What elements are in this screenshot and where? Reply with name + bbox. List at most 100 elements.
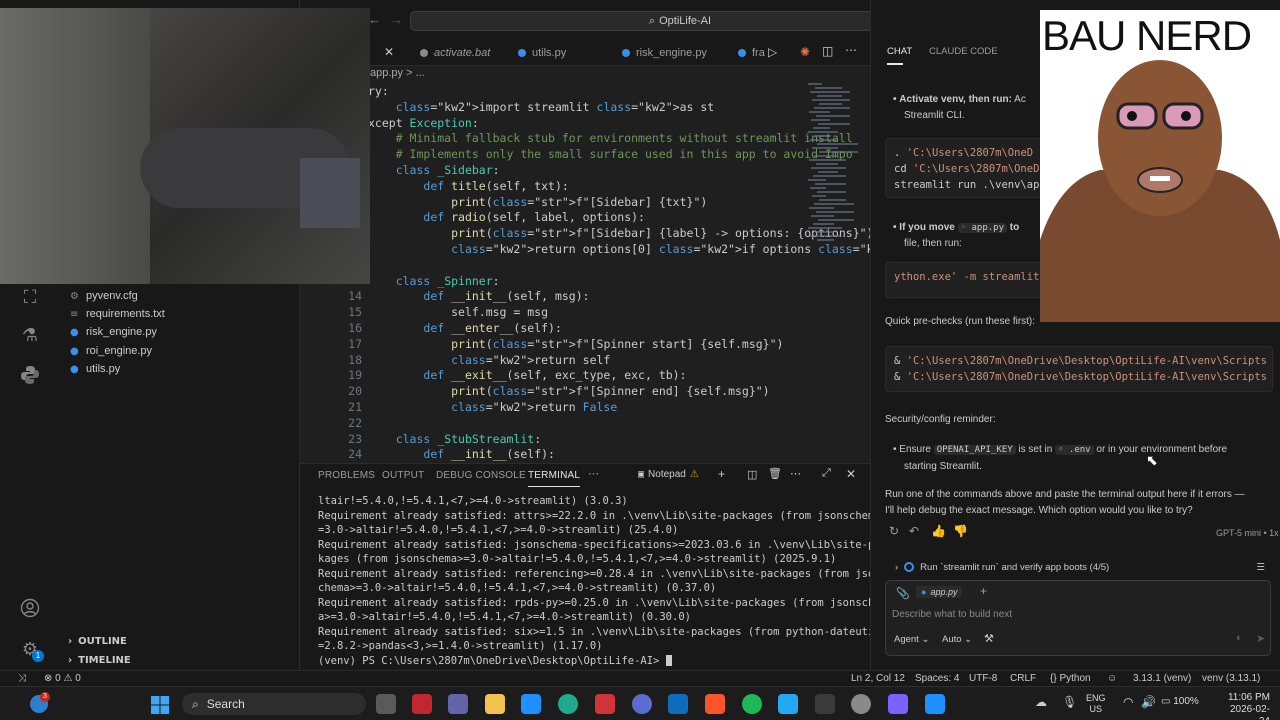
clock[interactable]: 11:06 PM2026-02-24 bbox=[1222, 692, 1270, 720]
send-icon[interactable]: ➤ bbox=[1256, 632, 1265, 645]
file-item[interactable]: ⚙ pyvenv.cfg bbox=[70, 287, 138, 305]
cloud-icon[interactable]: ☁ bbox=[1035, 695, 1047, 709]
brave-browser-icon[interactable] bbox=[705, 694, 725, 714]
python-icon[interactable] bbox=[18, 364, 42, 388]
account-icon[interactable] bbox=[18, 598, 42, 622]
cursor-position[interactable]: Ln 2, Col 12 bbox=[851, 673, 905, 684]
line-ending[interactable]: CRLF bbox=[1010, 673, 1036, 684]
task-list-icon[interactable]: ☰ bbox=[1256, 562, 1265, 573]
teams-icon[interactable] bbox=[448, 694, 468, 714]
code-line[interactable]: class="kw2">return options[0] class="kw2… bbox=[368, 241, 870, 257]
retry-icon[interactable]: ↻ bbox=[889, 524, 899, 538]
tab-activate-bat[interactable]: activate.bat bbox=[410, 40, 500, 66]
code-line[interactable]: ry: bbox=[368, 83, 389, 99]
tab-output[interactable]: OUTPUT bbox=[382, 470, 424, 481]
chat-input-box[interactable]: 📎 ● app.py + Describe what to build next… bbox=[885, 580, 1271, 656]
code-line[interactable]: print(class="str">f"[Spinner end] {self.… bbox=[368, 383, 770, 399]
code-line[interactable]: def __enter__(self): bbox=[368, 320, 562, 336]
close-panel-icon[interactable]: ✕ bbox=[846, 467, 856, 481]
encoding[interactable]: UTF-8 bbox=[969, 673, 997, 684]
indentation[interactable]: Spaces: 4 bbox=[915, 673, 959, 684]
language-mode[interactable]: {} Python bbox=[1050, 673, 1091, 684]
thumbs-down-icon[interactable]: 👎 bbox=[953, 524, 968, 538]
code-line[interactable]: print(class="str">f"[Sidebar] {txt}") bbox=[368, 194, 707, 210]
file-item[interactable]: ● risk_engine.py bbox=[70, 323, 157, 341]
more-actions-icon[interactable]: ⋯ bbox=[845, 43, 857, 57]
calendar-app-icon[interactable] bbox=[595, 694, 615, 714]
panel-more-icon[interactable]: ⋯ bbox=[790, 467, 801, 480]
code-line[interactable]: def radio(self, label, options): bbox=[368, 209, 645, 225]
tools-icon[interactable]: ⚒ bbox=[984, 632, 994, 645]
app-store-icon[interactable] bbox=[521, 694, 541, 714]
outline-section[interactable]: › OUTLINE bbox=[60, 632, 300, 650]
code-line[interactable]: print(class="str">f"[Sidebar] {label} ->… bbox=[368, 225, 870, 241]
battery-indicator[interactable]: ▭ 100% bbox=[1161, 696, 1199, 707]
agent-mode-dropdown[interactable]: Agent ⌄ bbox=[894, 634, 929, 645]
outlook-icon[interactable] bbox=[668, 694, 688, 714]
task-view-icon[interactable] bbox=[376, 694, 396, 714]
todo-task-row[interactable]: › Run `streamlit run` and verify app boo… bbox=[885, 557, 1271, 577]
code-line[interactable]: # Implements only the small surface used… bbox=[368, 146, 853, 162]
undo-icon[interactable]: ↶ bbox=[909, 524, 919, 538]
new-terminal-plus-icon[interactable]: + bbox=[718, 467, 725, 481]
add-context-plus-icon[interactable]: + bbox=[980, 584, 987, 598]
vscode-icon[interactable] bbox=[778, 694, 798, 714]
inline-file-reference[interactable]: ◦ app.py bbox=[957, 223, 1008, 233]
file-item[interactable]: ● roi_engine.py bbox=[70, 342, 152, 360]
timeline-section[interactable]: › TIMELINE bbox=[60, 651, 300, 669]
tab-debug-console[interactable]: DEBUG CONSOLE bbox=[436, 470, 526, 481]
file-item[interactable]: ≡ requirements.txt bbox=[70, 305, 165, 323]
antivirus-icon[interactable] bbox=[412, 694, 432, 714]
microphone-icon[interactable]: 🎙 bbox=[1062, 695, 1077, 709]
edge-browser-icon[interactable] bbox=[558, 694, 578, 714]
split-terminal-icon[interactable]: ◫ bbox=[747, 468, 757, 481]
code-line[interactable]: class="kw2">return self bbox=[368, 352, 610, 368]
context-chip[interactable]: ● app.py bbox=[916, 586, 963, 598]
problems-indicator[interactable]: ⊗ 0 ⚠ 0 bbox=[44, 673, 81, 684]
code-line[interactable]: class _StubStreamlit: bbox=[368, 431, 541, 447]
code-block[interactable]: & 'C:\Users\2807m\OneDrive\Desktop\OptiL… bbox=[885, 346, 1273, 392]
code-line[interactable]: def title(self, txt): bbox=[368, 178, 568, 194]
input-language[interactable]: ENG US bbox=[1086, 693, 1106, 715]
r-app-icon[interactable] bbox=[632, 694, 652, 714]
code-line[interactable]: class="kw2">return False bbox=[368, 399, 617, 415]
tab-problems[interactable]: PROBLEMS bbox=[318, 470, 375, 481]
tab-terminal[interactable]: TERMINAL bbox=[528, 470, 581, 487]
code-line[interactable]: # Minimal fallback stub for environments… bbox=[368, 130, 853, 146]
code-line[interactable]: xcept Exception: bbox=[368, 115, 479, 131]
remote-icon[interactable]: ⤨ bbox=[18, 673, 26, 684]
run-play-icon[interactable]: ▷ bbox=[768, 45, 777, 59]
terminal-selector[interactable]: ▣ Notepad ⚠ bbox=[638, 469, 699, 480]
volume-icon[interactable]: 🔊 bbox=[1141, 695, 1156, 709]
copilot-app-icon[interactable] bbox=[888, 694, 908, 714]
file-explorer-icon[interactable] bbox=[485, 694, 505, 714]
tab-claude-code[interactable]: CLAUDE CODE bbox=[929, 46, 998, 57]
tab-risk-engine-py[interactable]: risk_engine.py bbox=[612, 40, 717, 66]
tab-utils-py[interactable]: utils.py bbox=[508, 40, 576, 66]
model-dropdown[interactable]: Auto ⌄ bbox=[942, 634, 972, 645]
testing-flask-icon[interactable]: ⚗ bbox=[18, 324, 42, 348]
code-line[interactable]: def __init__(self, msg): bbox=[368, 288, 589, 304]
remote-explorer-icon[interactable]: ⛶ bbox=[18, 286, 42, 310]
minimap[interactable] bbox=[808, 83, 860, 253]
split-editor-icon[interactable]: ◫ bbox=[822, 44, 833, 58]
python-interpreter[interactable]: 3.13.1 (venv) bbox=[1133, 673, 1191, 684]
venv-indicator[interactable]: venv (3.13.1) bbox=[1202, 673, 1260, 684]
windows-start-icon[interactable] bbox=[150, 695, 170, 715]
maximize-panel-icon[interactable]: ⤢ bbox=[822, 467, 831, 480]
voice-icon[interactable]: ◐ bbox=[1236, 632, 1243, 644]
code-line[interactable]: class _Sidebar: bbox=[368, 162, 500, 178]
thumbs-up-icon[interactable]: 👍 bbox=[931, 524, 946, 538]
file-item[interactable]: ● utils.py bbox=[70, 360, 120, 378]
taskbar-search[interactable]: ⌕ Search bbox=[182, 693, 366, 715]
code-line[interactable]: class _Spinner: bbox=[368, 273, 500, 289]
trash-icon[interactable]: 🗑 bbox=[768, 467, 782, 480]
tab-chat[interactable]: CHAT bbox=[887, 46, 912, 57]
extension-sparkle-icon[interactable]: ✺ bbox=[800, 45, 810, 59]
command-center-search[interactable]: ⌕ OptiLife-AI bbox=[410, 11, 950, 31]
wifi-icon[interactable]: ◠ bbox=[1123, 695, 1133, 709]
code-line[interactable]: def __exit__(self, exc_type, exc, tb): bbox=[368, 367, 686, 383]
chatgpt-icon[interactable] bbox=[851, 694, 871, 714]
inline-file-reference[interactable]: ◦ .env bbox=[1055, 445, 1094, 455]
code-editor[interactable]: ry: class="kw2">import streamlit class="… bbox=[300, 83, 870, 463]
